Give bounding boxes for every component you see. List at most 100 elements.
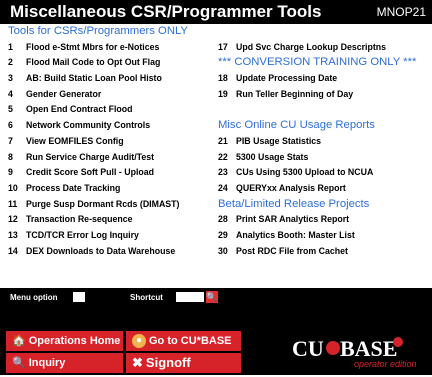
menu-item-8[interactable]: 8 Run Service Charge Audit/Test: [8, 150, 213, 166]
menu-item-24[interactable]: 24 QUERYxx Analysis Report: [218, 181, 432, 197]
go-to-cubase-button[interactable]: ● Go to CU*BASE: [126, 331, 241, 351]
close-icon: ✖: [132, 355, 143, 370]
cubase-logo: CU BASE operator edition: [286, 332, 417, 372]
search-icon: 🔍: [12, 357, 26, 369]
menu-item-number: 3: [8, 73, 13, 84]
signoff-button[interactable]: ✖ Signoff: [126, 353, 241, 373]
menu-item-number: 14: [8, 245, 18, 256]
section-header: Beta/Limited Release Projects: [218, 197, 432, 213]
menu-item-9[interactable]: 9 Credit Score Soft Pull - Upload: [8, 165, 213, 181]
section-header-label: Beta/Limited Release Projects: [218, 197, 370, 210]
menu-item-10[interactable]: 10 Process Date Tracking: [8, 181, 213, 197]
menu-item-label: Update Processing Date: [236, 73, 338, 84]
menu-item-7[interactable]: 7 View EOMFILES Config: [8, 134, 213, 150]
menu-item-number: 9: [8, 167, 13, 178]
menu-item-14[interactable]: 14 DEX Downloads to Data Warehouse: [8, 244, 213, 260]
menu-item-label: Run Teller Beginning of Day: [236, 88, 354, 99]
inquiry-label: Inquiry: [28, 357, 66, 369]
menu-item-number: 24: [218, 182, 228, 193]
right-column: 17 Upd Svc Charge Lookup Descriptns *** CO…: [218, 24, 432, 259]
menu-item-number: 18: [218, 73, 228, 84]
inquiry-button[interactable]: 🔍 Inquiry: [6, 353, 123, 373]
menu-item-label: DEX Downloads to Data Warehouse: [26, 245, 176, 256]
menu-item-11[interactable]: 11 Purge Susp Dormant Rcds (DIMAST): [8, 197, 213, 213]
menu-item-number: 28: [218, 214, 228, 225]
operations-home-label: Operations Home: [28, 335, 121, 347]
svg-text:BASE: BASE: [340, 336, 397, 361]
menu-item-label: Gender Generator: [26, 88, 102, 99]
blank-row: [218, 24, 432, 40]
menu-item-29[interactable]: 29 Analytics Booth: Master List: [218, 228, 432, 244]
menu-content: Tools for CSRs/Programmers ONLY 1 Flood e-…: [0, 24, 432, 288]
menu-item-number: 6: [8, 120, 13, 131]
menu-item-23[interactable]: 23 CUs Using 5300 Upload to NCUA: [218, 165, 432, 181]
menu-option-input[interactable]: [73, 292, 85, 302]
menu-item-17[interactable]: 17 Upd Svc Charge Lookup Descriptns: [218, 40, 432, 56]
menu-item-1[interactable]: 1 Flood e-Stmt Mbrs for e-Notices: [8, 40, 213, 56]
menu-item-6[interactable]: 6 Network Community Controls: [8, 118, 213, 134]
menu-item-3[interactable]: 3 AB: Build Static Loan Pool Histo: [8, 71, 213, 87]
menu-item-18[interactable]: 18 Update Processing Date: [218, 71, 432, 87]
operations-home-button[interactable]: 🏠 Operations Home: [6, 331, 123, 351]
menu-item-number: 21: [218, 135, 228, 146]
menu-item-number: 19: [218, 88, 228, 99]
section-header: *** CONVERSION TRAINING ONLY ***: [218, 55, 432, 71]
menu-item-label: AB: Build Static Loan Pool Histo: [26, 73, 162, 84]
search-icon[interactable]: 🔍: [206, 291, 218, 303]
menu-item-number: 10: [8, 182, 18, 193]
menu-item-label: View EOMFILES Config: [26, 135, 124, 146]
section-header: Tools for CSRs/Programmers ONLY: [8, 24, 213, 40]
svg-text:CU: CU: [292, 336, 324, 361]
menu-item-label: Analytics Booth: Master List: [236, 229, 355, 240]
title-bar: Miscellaneous CSR/Programmer Tools MNOP2…: [0, 0, 432, 24]
menu-item-number: 12: [8, 214, 18, 225]
menu-item-2[interactable]: 2 Flood Mail Code to Opt Out Flag: [8, 55, 213, 71]
menu-item-number: 2: [8, 57, 13, 68]
signoff-label: Signoff: [145, 355, 191, 370]
menu-item-13[interactable]: 13 TCD/TCR Error Log Inquiry: [8, 228, 213, 244]
menu-item-4[interactable]: 4 Gender Generator: [8, 87, 213, 103]
menu-item-number: 8: [8, 151, 13, 162]
menu-item-21[interactable]: 21 PIB Usage Statistics: [218, 134, 432, 150]
menu-item-number: 4: [8, 88, 13, 99]
menu-item-label: Flood e-Stmt Mbrs for e-Notices: [26, 41, 160, 52]
menu-item-label: CUs Using 5300 Upload to NCUA: [236, 167, 374, 178]
cubase-icon: ●: [132, 334, 146, 349]
menu-item-22[interactable]: 22 5300 Usage Stats: [218, 150, 432, 166]
menu-item-label: Run Service Charge Audit/Test: [26, 151, 155, 162]
menu-item-number: 13: [8, 229, 18, 240]
go-to-cubase-label: Go to CU*BASE: [149, 335, 232, 347]
menu-item-12[interactable]: 12 Transaction Re-sequence: [8, 212, 213, 228]
menu-item-label: 5300 Usage Stats: [236, 151, 309, 162]
menu-item-30[interactable]: 30 Post RDC File from Cachet: [218, 244, 432, 260]
menu-item-label: Network Community Controls: [26, 120, 151, 131]
command-bar: Menu option Shortcut 🔍: [0, 288, 432, 328]
menu-item-number: 5: [8, 104, 13, 115]
menu-item-number: 22: [218, 151, 228, 162]
menu-item-number: 30: [218, 245, 228, 256]
section-header-label: *** CONVERSION TRAINING ONLY ***: [218, 56, 417, 69]
menu-item-number: 11: [8, 198, 18, 209]
menu-item-number: 7: [8, 135, 13, 146]
section-header-label: Tools for CSRs/Programmers ONLY: [8, 25, 188, 37]
shortcut-input[interactable]: [176, 292, 204, 302]
left-column: Tools for CSRs/Programmers ONLY 1 Flood e-…: [8, 24, 213, 259]
bottom-toolbar: 🏠 Operations Home ● Go to CU*BASE 🔍 Inquiry…: [0, 328, 432, 375]
menu-item-label: TCD/TCR Error Log Inquiry: [26, 229, 139, 240]
menu-item-number: 17: [218, 41, 228, 52]
menu-item-label: Print SAR Analytics Report: [236, 214, 350, 225]
screen-code: MNOP21: [376, 5, 426, 19]
shortcut-label: Shortcut: [130, 293, 163, 302]
menu-item-28[interactable]: 28 Print SAR Analytics Report: [218, 212, 432, 228]
menu-item-number: 23: [218, 167, 228, 178]
svg-text:operator edition: operator edition: [354, 359, 416, 369]
menu-item-number: 1: [8, 41, 13, 52]
menu-item-5[interactable]: 5 Open End Contract Flood: [8, 102, 213, 118]
home-icon: 🏠: [12, 335, 26, 347]
menu-item-label: Purge Susp Dormant Rcds (DIMAST): [26, 198, 180, 209]
menu-item-label: Post RDC File from Cachet: [236, 245, 348, 256]
menu-item-number: 29: [218, 229, 228, 240]
menu-item-label: QUERYxx Analysis Report: [236, 182, 346, 193]
section-header-label: Misc Online CU Usage Reports: [218, 119, 375, 132]
menu-item-19[interactable]: 19 Run Teller Beginning of Day: [218, 87, 432, 103]
